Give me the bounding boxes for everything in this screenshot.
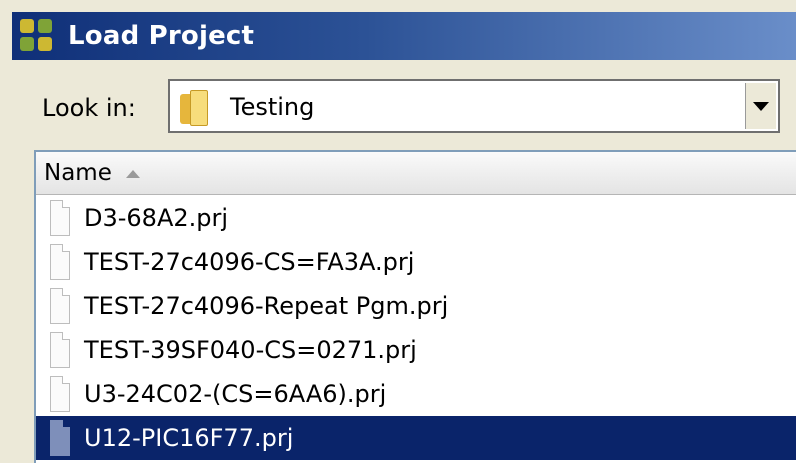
file-row[interactable]: TEST-27c4096-CS=FA3A.prj xyxy=(36,240,796,284)
file-icon xyxy=(50,420,70,456)
file-name: TEST-27c4096-CS=FA3A.prj xyxy=(84,248,415,276)
window-title: Load Project xyxy=(68,21,255,51)
look-in-label: Look in: xyxy=(42,94,136,122)
file-row[interactable]: U3-24C02-(CS=6AA6).prj xyxy=(36,372,796,416)
file-row[interactable]: D3-68A2.prj xyxy=(36,196,796,240)
app-icon-square xyxy=(38,19,52,33)
file-icon xyxy=(50,244,70,280)
look-in-combobox[interactable]: Testing xyxy=(168,79,780,133)
file-name: U12-PIC16F77.prj xyxy=(84,424,294,452)
file-icon xyxy=(50,200,70,236)
sort-ascending-icon xyxy=(125,170,140,178)
app-icon-square xyxy=(20,19,34,33)
file-icon xyxy=(50,376,70,412)
file-icon xyxy=(50,288,70,324)
app-icon-square xyxy=(20,37,34,51)
look-in-dropdown-button[interactable] xyxy=(745,83,776,129)
title-bar[interactable]: Load Project xyxy=(12,12,796,60)
app-icon-square xyxy=(38,37,52,51)
file-row-selected[interactable]: U12-PIC16F77.prj xyxy=(36,416,796,460)
file-row[interactable]: TEST-27c4096-Repeat Pgm.prj xyxy=(36,284,796,328)
file-rows: D3-68A2.prj TEST-27c4096-CS=FA3A.prj TES… xyxy=(36,196,796,460)
load-project-dialog: Load Project Look in: Testing Name D3-68… xyxy=(0,0,796,463)
file-name: TEST-39SF040-CS=0271.prj xyxy=(84,336,417,364)
column-header-name[interactable]: Name xyxy=(36,152,796,195)
file-name: TEST-27c4096-Repeat Pgm.prj xyxy=(84,292,449,320)
folder-icon xyxy=(180,90,210,126)
look-in-value: Testing xyxy=(230,93,315,121)
file-name: U3-24C02-(CS=6AA6).prj xyxy=(84,380,387,408)
app-icon xyxy=(20,19,54,53)
file-icon xyxy=(50,332,70,368)
file-name: D3-68A2.prj xyxy=(84,204,229,232)
file-list[interactable]: Name D3-68A2.prj TEST-27c4096-CS=FA3A.pr… xyxy=(34,150,796,463)
file-row[interactable]: TEST-39SF040-CS=0271.prj xyxy=(36,328,796,372)
chevron-down-icon xyxy=(753,101,769,111)
column-header-label: Name xyxy=(44,160,112,186)
